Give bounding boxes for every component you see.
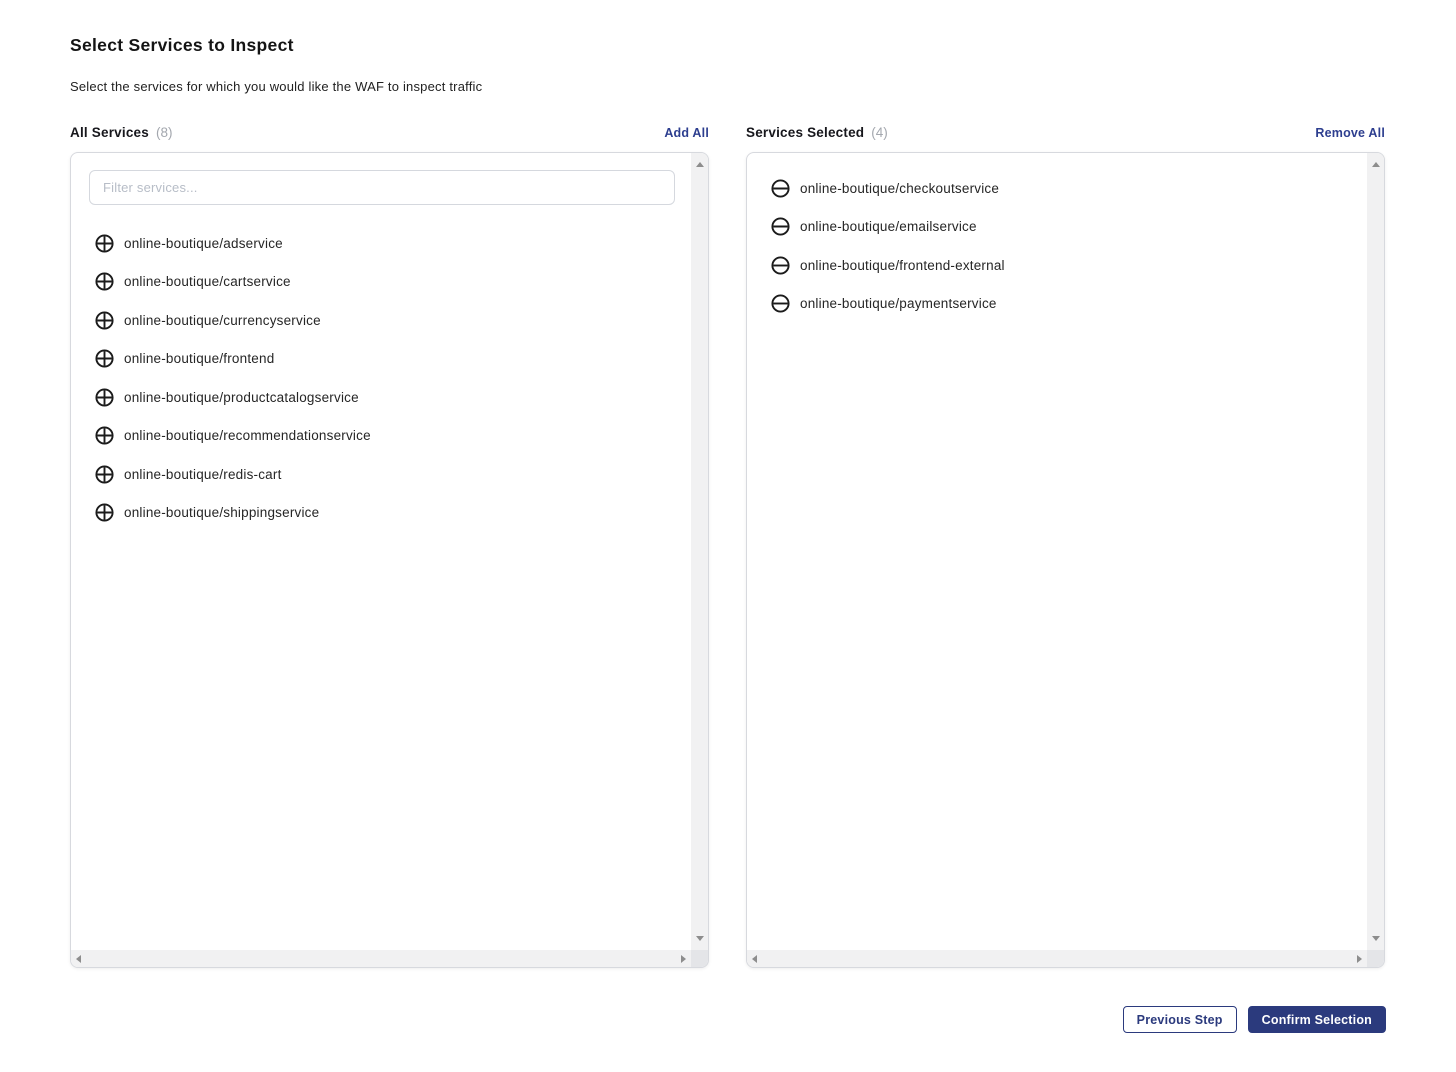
service-list-item: online-boutique/paymentservice [747, 285, 1367, 324]
plus-circle-icon[interactable] [95, 465, 114, 484]
service-name: online-boutique/recommendationservice [124, 428, 371, 443]
plus-circle-icon[interactable] [95, 349, 114, 368]
all-services-header: All Services (8) Add All [70, 125, 709, 140]
add-all-link[interactable]: Add All [664, 126, 709, 140]
scroll-left-arrow-icon[interactable] [752, 955, 757, 963]
service-list-item: online-boutique/frontend-external [747, 246, 1367, 285]
all-services-section: All Services (8) Add All online-boutique… [70, 125, 709, 968]
minus-circle-icon[interactable] [771, 256, 790, 275]
scrollbar-corner [691, 950, 708, 967]
service-name: online-boutique/frontend [124, 351, 274, 366]
service-list-item: online-boutique/checkoutservice [747, 169, 1367, 208]
service-name: online-boutique/cartservice [124, 274, 291, 289]
remove-all-link[interactable]: Remove All [1315, 126, 1385, 140]
selected-services-label: Services Selected [746, 125, 864, 140]
service-list-item: online-boutique/currencyservice [71, 301, 691, 340]
all-services-panel-content: online-boutique/adservice online-boutiqu… [71, 153, 691, 950]
service-list-item: online-boutique/recommendationservice [71, 417, 691, 456]
plus-circle-icon[interactable] [95, 503, 114, 522]
service-list-item: online-boutique/cartservice [71, 263, 691, 302]
filter-services-input[interactable] [89, 170, 675, 205]
minus-circle-icon[interactable] [771, 217, 790, 236]
service-list-item: online-boutique/redis-cart [71, 455, 691, 494]
selected-services-panel-content: online-boutique/checkoutservice online-b… [747, 153, 1367, 950]
horizontal-scrollbar[interactable] [747, 950, 1367, 967]
all-services-panel: online-boutique/adservice online-boutiqu… [70, 152, 709, 968]
service-list-item: online-boutique/emailservice [747, 208, 1367, 247]
service-name: online-boutique/frontend-external [800, 258, 1005, 273]
plus-circle-icon[interactable] [95, 272, 114, 291]
plus-circle-icon[interactable] [95, 234, 114, 253]
horizontal-scrollbar[interactable] [71, 950, 691, 967]
selected-services-header: Services Selected (4) Remove All [746, 125, 1385, 140]
scroll-down-arrow-icon[interactable] [1372, 936, 1380, 941]
service-list-item: online-boutique/adservice [71, 224, 691, 263]
all-services-list: online-boutique/adservice online-boutiqu… [71, 224, 691, 532]
previous-step-button[interactable]: Previous Step [1123, 1006, 1237, 1033]
scroll-right-arrow-icon[interactable] [1357, 955, 1362, 963]
all-services-label: All Services [70, 125, 149, 140]
service-name: online-boutique/redis-cart [124, 467, 282, 482]
service-name: online-boutique/productcatalogservice [124, 390, 359, 405]
service-name: online-boutique/checkoutservice [800, 181, 999, 196]
selected-services-section: Services Selected (4) Remove All online-… [746, 125, 1385, 968]
selected-services-count: (4) [871, 125, 888, 140]
vertical-scrollbar[interactable] [691, 153, 708, 950]
confirm-selection-button[interactable]: Confirm Selection [1248, 1006, 1386, 1033]
plus-circle-icon[interactable] [95, 426, 114, 445]
wizard-footer: Previous Step Confirm Selection [70, 1006, 1386, 1033]
service-name: online-boutique/paymentservice [800, 296, 997, 311]
service-name: online-boutique/emailservice [800, 219, 977, 234]
scroll-left-arrow-icon[interactable] [76, 955, 81, 963]
scroll-up-arrow-icon[interactable] [1372, 162, 1380, 167]
all-services-count: (8) [156, 125, 173, 140]
service-list-item: online-boutique/productcatalogservice [71, 378, 691, 417]
service-name: online-boutique/adservice [124, 236, 283, 251]
service-list-item: online-boutique/frontend [71, 340, 691, 379]
page-subtitle: Select the services for which you would … [70, 79, 1386, 94]
service-name: online-boutique/shippingservice [124, 505, 319, 520]
scroll-down-arrow-icon[interactable] [696, 936, 704, 941]
service-list-item: online-boutique/shippingservice [71, 494, 691, 533]
select-services-page: Select Services to Inspect Select the se… [0, 0, 1456, 1033]
scroll-up-arrow-icon[interactable] [696, 162, 704, 167]
dual-list-picker: All Services (8) Add All online-boutique… [70, 125, 1386, 968]
scrollbar-corner [1367, 950, 1384, 967]
scroll-right-arrow-icon[interactable] [681, 955, 686, 963]
plus-circle-icon[interactable] [95, 388, 114, 407]
selected-services-list: online-boutique/checkoutservice online-b… [747, 169, 1367, 323]
selected-services-panel: online-boutique/checkoutservice online-b… [746, 152, 1385, 968]
service-name: online-boutique/currencyservice [124, 313, 321, 328]
minus-circle-icon[interactable] [771, 294, 790, 313]
plus-circle-icon[interactable] [95, 311, 114, 330]
page-title: Select Services to Inspect [70, 35, 1386, 56]
minus-circle-icon[interactable] [771, 179, 790, 198]
vertical-scrollbar[interactable] [1367, 153, 1384, 950]
